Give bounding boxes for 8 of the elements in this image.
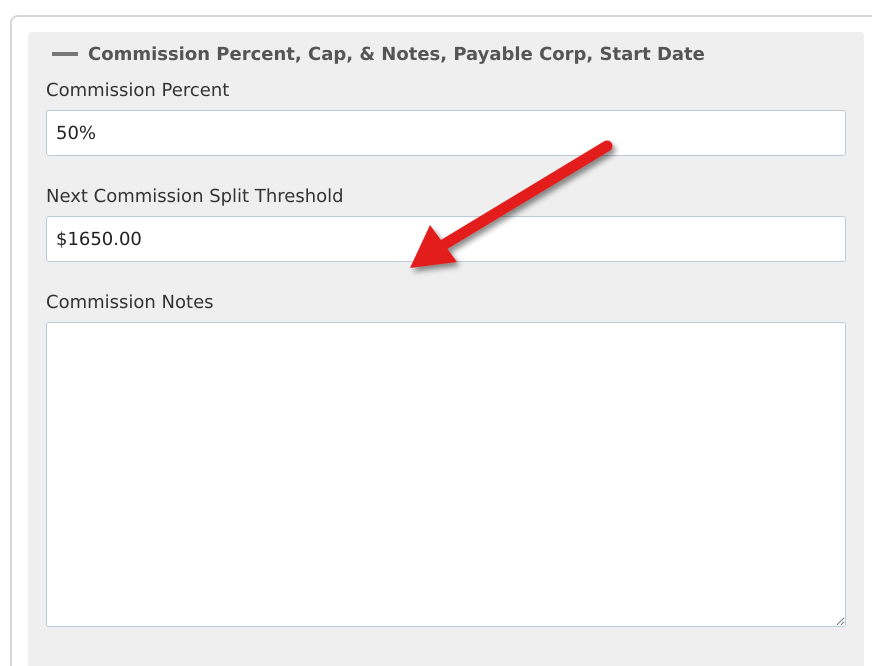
input-field[interactable]: $1650.00 bbox=[46, 216, 846, 262]
field-label: Commission Notes bbox=[46, 292, 215, 313]
input-field[interactable]: 50% bbox=[46, 110, 846, 156]
field-label: Commission Percent bbox=[46, 80, 230, 101]
notes-field[interactable] bbox=[46, 322, 846, 627]
field-label: Next Commission Split Threshold bbox=[46, 186, 345, 207]
minus-icon[interactable] bbox=[52, 52, 78, 56]
section-title: Commission Percent, Cap, & Notes, Payable Corp, Start Date bbox=[88, 44, 705, 64]
